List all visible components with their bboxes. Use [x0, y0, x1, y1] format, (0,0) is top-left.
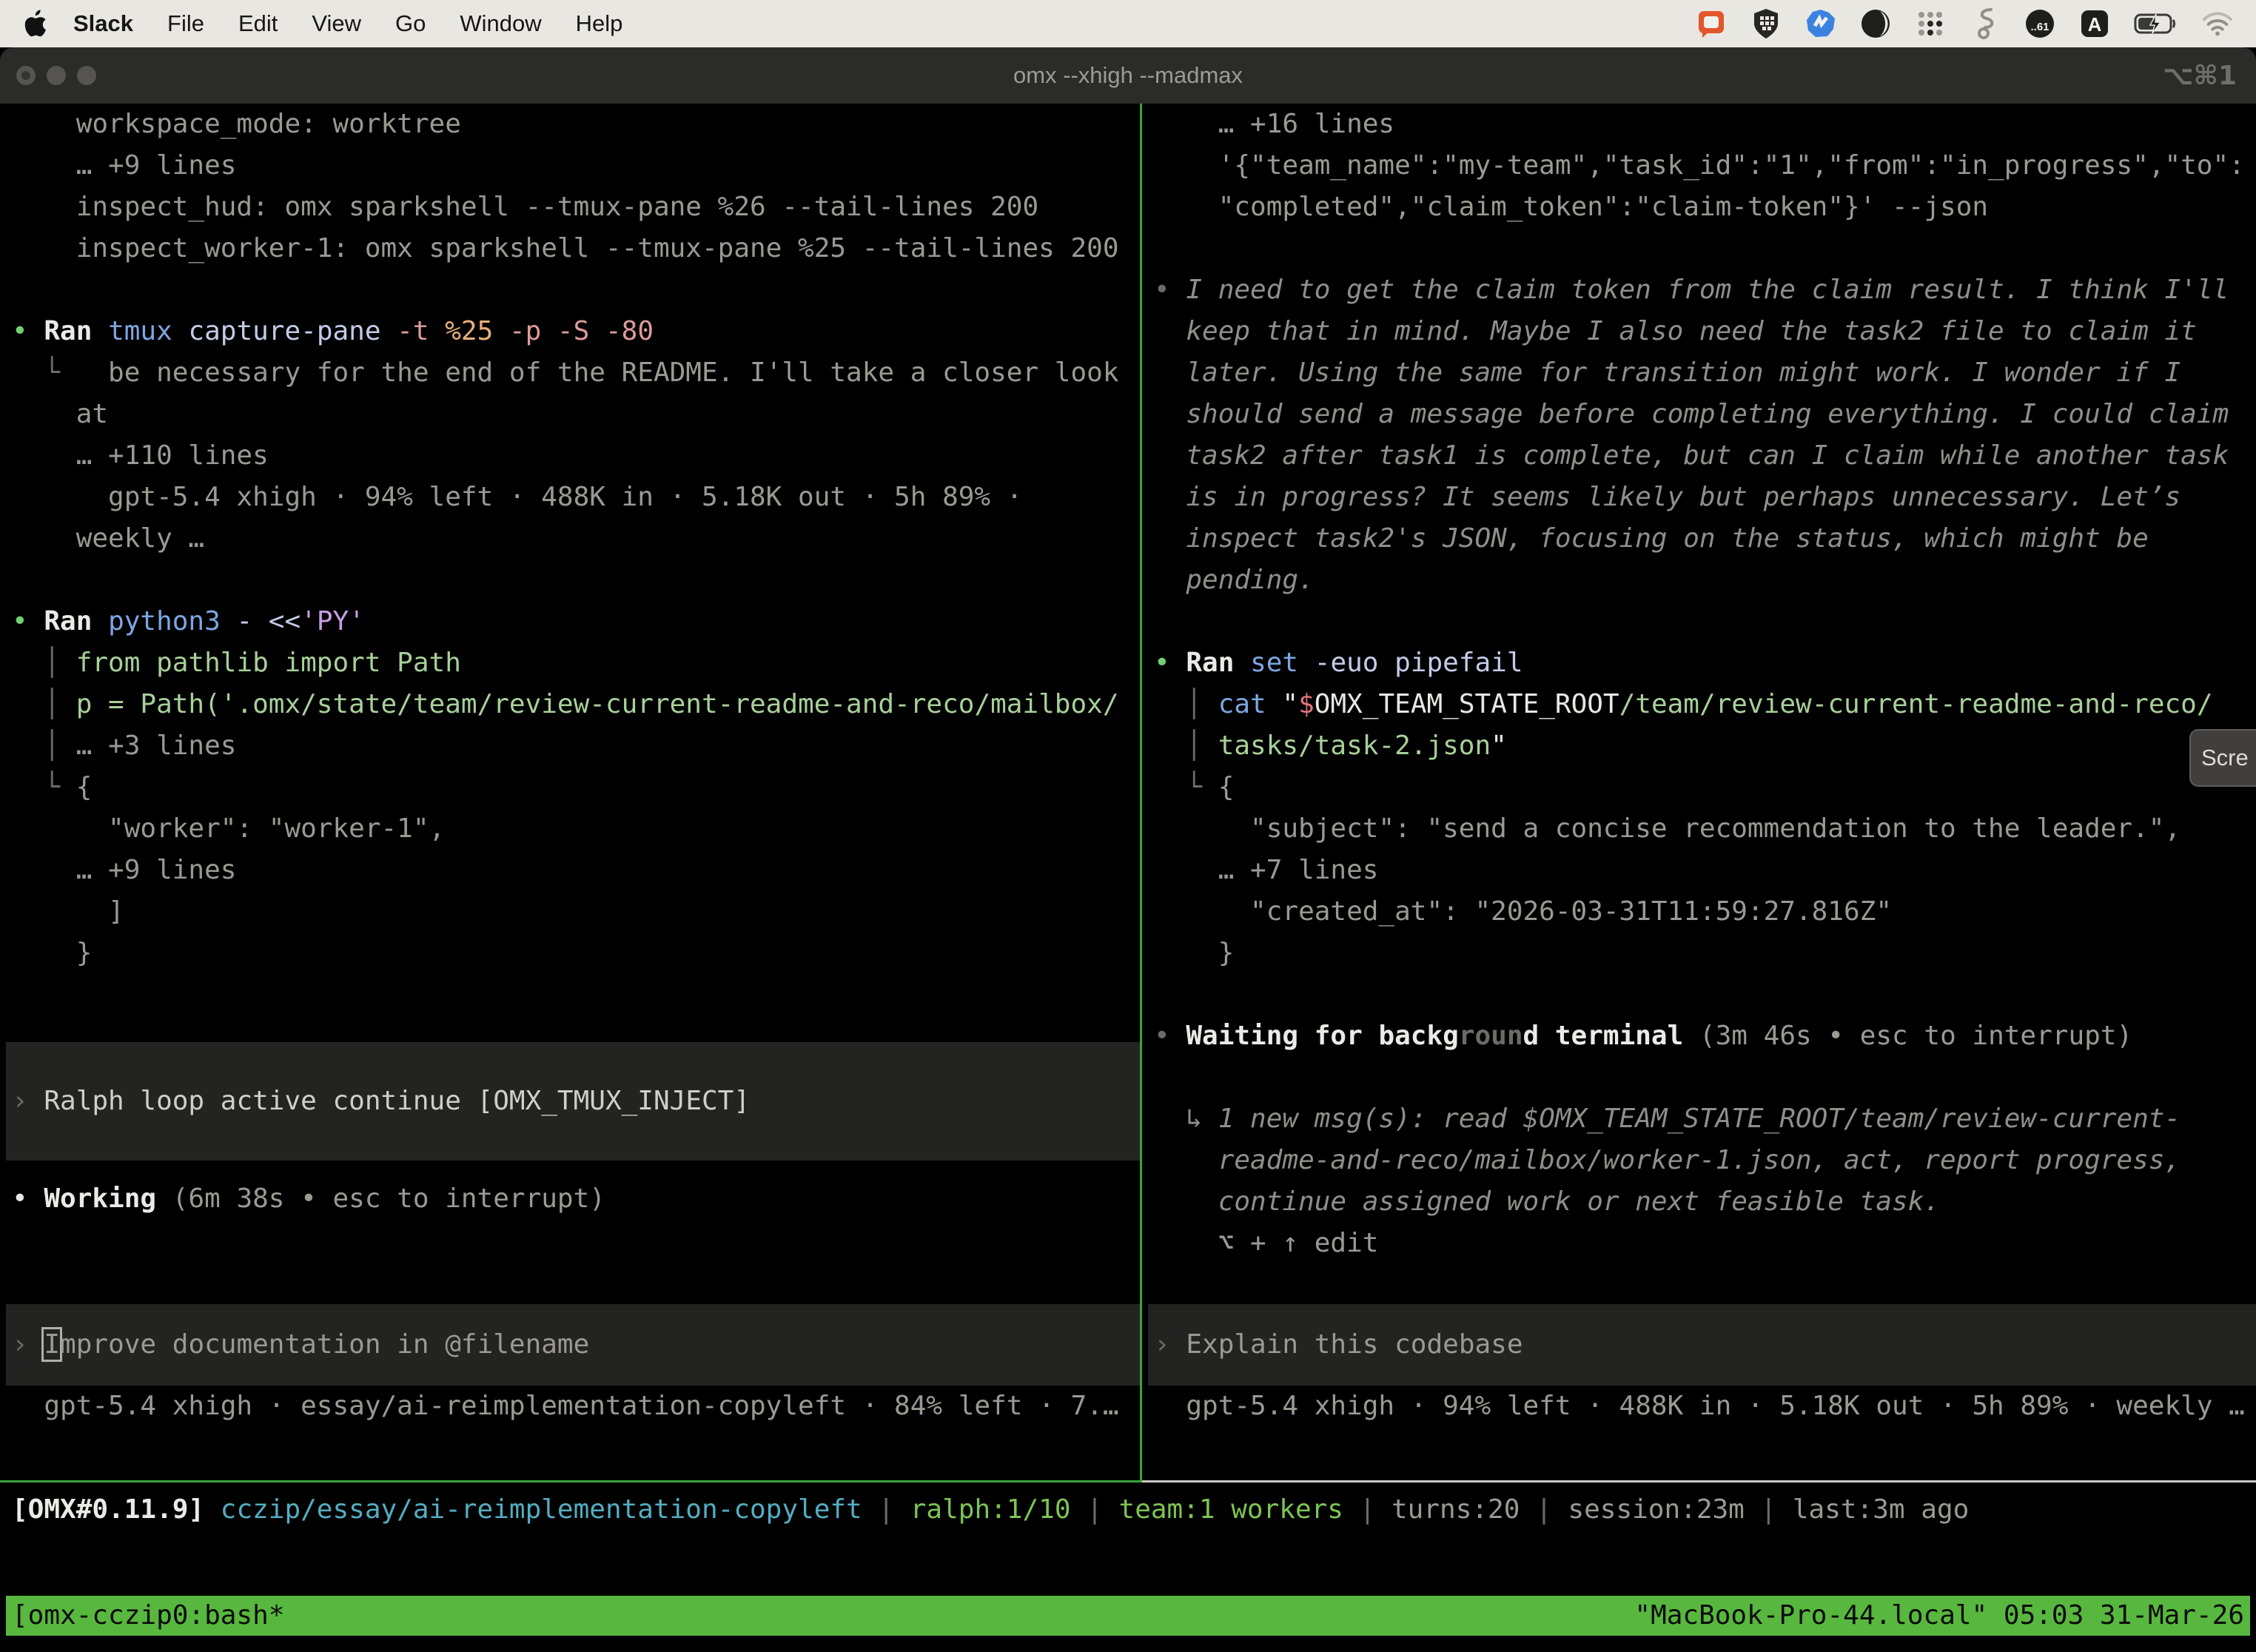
svg-text:A: A	[2088, 13, 2102, 36]
tmux-session-label: [omx-cczip0:bash*	[12, 1596, 284, 1636]
window-shortcut-badge: ⌥⌘1	[2163, 61, 2237, 91]
window-titlebar[interactable]: omx --xhigh --madmax ⌥⌘1	[0, 47, 2256, 104]
percent61-icon[interactable]: ..61	[2024, 7, 2056, 40]
chat-bubble-icon[interactable]	[1695, 7, 1728, 40]
prompt-input-right[interactable]: › Explain this codebase	[1148, 1304, 2256, 1386]
traffic-lights	[16, 66, 96, 85]
pane-border-bottom-right	[1142, 1480, 2256, 1483]
omx-session-statusline: [OMX#0.11.9] cczip/essay/ai-reimplementa…	[0, 1489, 2256, 1531]
menu-item-edit[interactable]: Edit	[221, 10, 295, 37]
input-placeholder: Explain this codebase	[1186, 1329, 1523, 1360]
menu-item-view[interactable]: View	[295, 10, 378, 37]
left-pane-log: workspace_mode: worktree … +9 lines insp…	[12, 104, 1140, 974]
prompt-chevron-icon: ›	[1154, 1329, 1186, 1360]
menu-item-slack[interactable]: Slack	[56, 10, 150, 37]
terminal-content: workspace_mode: worktree … +9 lines insp…	[0, 104, 2256, 1483]
keyboard-a-icon[interactable]: A	[2078, 7, 2111, 40]
close-button[interactable]	[16, 66, 36, 85]
tmux-host-clock-label: "MacBook-Pro-44.local" 05:03 31-Mar-26	[1634, 1596, 2244, 1636]
pane-divider[interactable]	[1140, 104, 1142, 1483]
shield-icon[interactable]	[1750, 7, 1782, 40]
inject-banner: › Ralph loop active continue [OMX_TMUX_I…	[6, 1042, 1140, 1161]
menubar-status-icons: ..61 A	[1695, 7, 2234, 40]
tmux-status-bar: [omx-cczip0:bash* "MacBook-Pro-44.local"…	[6, 1596, 2250, 1636]
minimize-button[interactable]	[47, 66, 66, 85]
menu-item-go[interactable]: Go	[378, 10, 443, 37]
working-status: • Working (6m 38s • esc to interrupt)	[12, 1178, 1140, 1220]
screenshot-tooltip: Scre	[2189, 729, 2256, 787]
right-pane-log: … +16 lines '{"team_name":"my-team","tas…	[1154, 104, 2256, 1264]
blue-app-icon[interactable]	[1805, 7, 1837, 40]
right-pane-statusline: gpt-5.4 xhigh · 94% left · 488K in · 5.1…	[1154, 1386, 2256, 1427]
menu-item-help[interactable]: Help	[559, 10, 640, 37]
tmux-pane-left[interactable]: workspace_mode: worktree … +9 lines insp…	[6, 104, 1140, 1480]
input-placeholder: mprove documentation in @filename	[60, 1329, 589, 1360]
pane-border-bottom-left	[0, 1480, 1140, 1483]
prompt-chevron-icon: ›	[12, 1329, 44, 1360]
menu-item-file[interactable]: File	[150, 10, 221, 37]
moon-pie-icon[interactable]	[1859, 7, 1892, 40]
text-cursor: I	[41, 1327, 62, 1362]
menubar: Slack File Edit View Go Window Help ..61…	[0, 0, 2256, 47]
svg-text:..61: ..61	[2030, 21, 2049, 33]
battery-icon[interactable]	[2133, 7, 2179, 40]
apple-menu-icon[interactable]	[22, 9, 47, 38]
squiggle-icon[interactable]	[1969, 7, 2001, 40]
menu-item-window[interactable]: Window	[443, 10, 558, 37]
tmux-pane-right[interactable]: … +16 lines '{"team_name":"my-team","tas…	[1148, 104, 2256, 1480]
left-pane-statusline: gpt-5.4 xhigh · essay/ai-reimplementatio…	[12, 1386, 1140, 1427]
prompt-input-left[interactable]: › Improve documentation in @filename	[6, 1304, 1140, 1386]
dots-grid-icon[interactable]	[1914, 7, 1947, 40]
terminal-window: omx --xhigh --madmax ⌥⌘1 workspace_mode:…	[0, 47, 2256, 1652]
wifi-icon[interactable]	[2201, 7, 2234, 40]
zoom-button[interactable]	[77, 66, 96, 85]
window-title: omx --xhigh --madmax	[1013, 62, 1243, 89]
